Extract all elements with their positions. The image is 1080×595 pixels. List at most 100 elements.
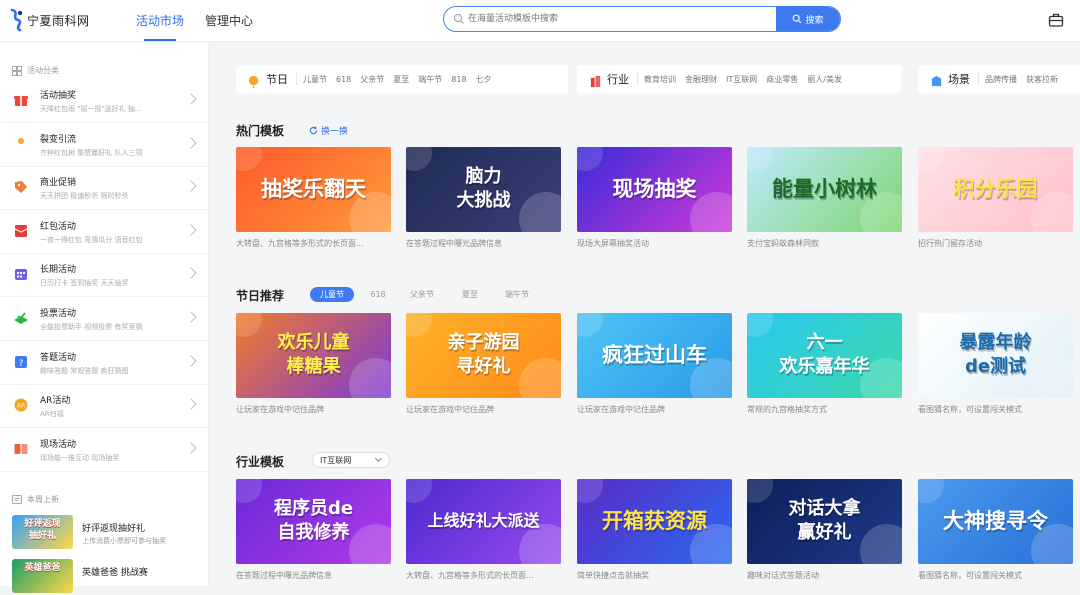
template-description: 招行热门留存活动 <box>918 239 982 248</box>
grid-icon <box>12 65 22 76</box>
sidebar-item[interactable]: AR AR活动 AR扫福 <box>0 385 208 429</box>
sidebar-item[interactable]: 投票活动 全能投票助手 视频投票 有奖竞猜 <box>0 298 208 341</box>
sidebar-item-subtitle: 一夜一得红包 竞猜瓜分 语音红包 <box>40 235 143 244</box>
hot-template-card[interactable]: 抽奖乐翻天 大转盘、九宫格等多形式的长页面... <box>236 147 391 249</box>
top-header: 宁夏雨科网 活动市场 管理中心 搜索 <box>0 0 1080 42</box>
template-banner: 疯狂过山车 <box>577 313 732 398</box>
search-button[interactable]: 搜索 <box>776 7 840 31</box>
category-sidebar: 活动分类 活动抽奖 天降红包雨 "摇一摇"送好礼 抽... 裂变引流 齐种红包树 集赞… <box>0 43 209 593</box>
sidebar-item-title: 商业促销 <box>40 178 77 189</box>
logo[interactable]: 宁夏雨科网 <box>8 8 90 32</box>
toolbox-icon[interactable] <box>1048 12 1064 28</box>
sidebar-item[interactable]: 长期活动 日历打卡 签到抽奖 天天抽奖 <box>0 254 208 298</box>
category-tag[interactable]: 获客拉新 <box>1026 74 1058 85</box>
category-tag[interactable]: 儿童节 <box>303 74 327 85</box>
template-banner-title: 疯狂过山车 <box>602 343 707 367</box>
scene-icon <box>930 73 943 86</box>
template-description: 现场大屏幕抽奖活动 <box>577 239 649 248</box>
festival-template-card[interactable]: 暴露年龄 de测试 看图猜名称，可设置闯关模式 <box>918 313 1073 415</box>
search-button-label: 搜索 <box>805 15 824 26</box>
festival-template-card[interactable]: 欢乐儿童 棒糖果 让玩家在游戏中记住品牌 <box>236 313 391 415</box>
industry-template-card[interactable]: 上线好礼大派送大转盘、九宫格等多形式的长页面... <box>406 479 561 581</box>
search-input[interactable] <box>468 7 788 31</box>
question-icon: ? <box>13 354 29 370</box>
template-description: 大转盘、九宫格等多形式的长页面... <box>406 571 534 580</box>
category-tag[interactable]: 端午节 <box>418 74 442 85</box>
sidebar-item-subtitle: 全能投票助手 视频投票 有奖竞猜 <box>40 323 143 331</box>
template-banner-title: 大神搜寻令 <box>943 509 1048 533</box>
template-banner: 积分乐园 <box>918 147 1073 232</box>
hot-template-card[interactable]: 能量小树林 支付宝蚂蚁森林同款 <box>747 147 902 249</box>
category-tag[interactable]: 商业零售 <box>766 74 798 85</box>
category-bar-title[interactable]: 行业 <box>607 71 629 87</box>
nav-tab-management-center[interactable]: 管理中心 <box>205 12 253 29</box>
festival-tab[interactable]: 父亲节 <box>402 287 442 302</box>
category-tag[interactable]: 品牌传播 <box>985 74 1017 85</box>
template-banner: 上线好礼大派送 <box>406 479 561 564</box>
sidebar-item-title: AR活动 <box>40 396 71 407</box>
festival-tab[interactable]: 儿童节 <box>310 287 354 302</box>
category-tag[interactable]: 夏至 <box>393 74 409 85</box>
sidebar-item[interactable]: 活动抽奖 天降红包雨 "摇一摇"送好礼 抽... <box>0 80 208 123</box>
template-description: 在答题过程中曝光品牌信息 <box>406 239 502 248</box>
banner-decoration <box>577 479 603 503</box>
festival-template-card[interactable]: 亲子游园 寻好礼 让玩家在游戏中记住品牌 <box>406 313 561 415</box>
logo-mark-icon <box>10 8 23 32</box>
hot-template-card[interactable]: 现场抽奖 现场大屏幕抽奖活动 <box>577 147 732 249</box>
gift-icon <box>13 92 29 108</box>
festival-tab[interactable]: 夏至 <box>453 287 487 302</box>
sidebar-item-subtitle: 趣味答题 常规答题 疯狂猜图 <box>40 366 129 375</box>
chevron-right-icon <box>185 136 197 149</box>
banner-decoration <box>577 313 603 337</box>
category-tag[interactable]: 七夕 <box>476 74 492 85</box>
template-banner: 欢乐儿童 棒糖果 <box>236 313 391 398</box>
sidebar-item-subtitle: 天降红包雨 "摇一摇"送好礼 抽... <box>40 105 142 113</box>
category-tag[interactable]: 教育培训 <box>644 74 676 85</box>
festival-template-card[interactable]: 疯狂过山车 让玩家在游戏中记住品牌 <box>577 313 732 415</box>
festival-tab[interactable]: 端午节 <box>494 287 540 302</box>
festival-template-card[interactable]: 六一 欢乐嘉年华 常规的九宫格抽奖方式 <box>747 313 902 415</box>
template-description: 看图猜名称，可设置闯关模式 <box>918 571 1022 580</box>
industry-template-card[interactable]: 大神搜寻令看图猜名称，可设置闯关模式 <box>918 479 1073 581</box>
category-bar-title[interactable]: 场景 <box>948 71 970 87</box>
chevron-down-icon <box>374 454 383 463</box>
sidebar-item-title: 答题活动 <box>40 352 77 363</box>
tag-icon <box>13 179 29 195</box>
chevron-right-icon <box>185 93 197 105</box>
sidebar-item[interactable]: 裂变引流 齐种红包树 集赞赢好礼 队人三项 <box>0 124 208 167</box>
category-bar-title[interactable]: 节日 <box>266 71 288 87</box>
hot-template-card[interactable]: 脑力 大挑战在答题过程中曝光品牌信息 <box>406 147 561 249</box>
refresh-button[interactable]: 换一换 <box>309 124 348 137</box>
banner-decoration <box>918 147 944 171</box>
sidebar-item[interactable]: 现场活动 现场能一推互动 现场抽奖 <box>0 429 208 472</box>
category-tag[interactable]: 父亲节 <box>360 74 384 85</box>
calendar-icon <box>13 266 29 282</box>
template-banner-title: 脑力 大挑战 <box>456 166 511 211</box>
category-tag[interactable]: 618 <box>336 75 351 84</box>
category-tag[interactable]: IT互联网 <box>726 74 757 85</box>
category-tag[interactable]: 金融理财 <box>685 74 717 85</box>
industry-template-card[interactable]: 开箱获资源 简单快捷点击就抽奖 <box>577 479 732 581</box>
categories-heading-label: 活动分类 <box>27 66 59 75</box>
sidebar-item[interactable]: 红包活动 一夜一得红包 竞猜瓜分 语音红包 <box>0 211 208 254</box>
news-item[interactable]: 好评返现 抽好礼 好评返现抽好礼 上传消费小票即可参与抽奖 <box>12 515 202 551</box>
sidebar-item[interactable]: ? 答题活动趣味答题 常规答题 疯狂猜图 <box>0 342 208 385</box>
industry-select[interactable]: IT互联网 <box>312 452 390 468</box>
news-item[interactable]: 英雄爸爸 英雄爸爸 挑战赛 <box>12 559 202 595</box>
industry-template-card[interactable]: 程序员de 自我修养 在答题过程中曝光品牌信息 <box>236 479 391 581</box>
industry-template-card[interactable]: 对话大拿 赢好礼 趣味对话式答题活动 <box>747 479 902 581</box>
nav-tab-activity-market[interactable]: 活动市场 <box>136 12 184 41</box>
category-tag[interactable]: 丽人/美发 <box>807 74 842 85</box>
category-bar-industry: 行业 教育培训 金融理财 IT互联网 商业零售 丽人/美发 <box>577 65 901 93</box>
sidebar-item-subtitle: 齐种红包树 集赞赢好礼 队人三项 <box>40 148 143 157</box>
festival-tab[interactable]: 618 <box>361 287 395 302</box>
main-content: 节日 儿童节 618 父亲节 夏至 端午节 818 七夕 行业 教育培训 金融理财 IT互联网 商业零售… <box>209 43 1080 586</box>
template-description: 大转盘、九宫格等多形式的长页面... <box>236 239 364 248</box>
sidebar-item[interactable]: 商业促销天天拼团 极速秒杀 限时秒杀 <box>0 167 208 211</box>
news-icon <box>12 494 22 504</box>
category-tag[interactable]: 818 <box>451 75 466 84</box>
template-description: 支付宝蚂蚁森林同款 <box>747 239 819 248</box>
hot-template-card[interactable]: 积分乐园招行热门留存活动 <box>918 147 1073 249</box>
template-banner: 对话大拿 赢好礼 <box>747 479 902 564</box>
sidebar-item-subtitle: 天天拼团 极速秒杀 限时秒杀 <box>40 192 129 201</box>
